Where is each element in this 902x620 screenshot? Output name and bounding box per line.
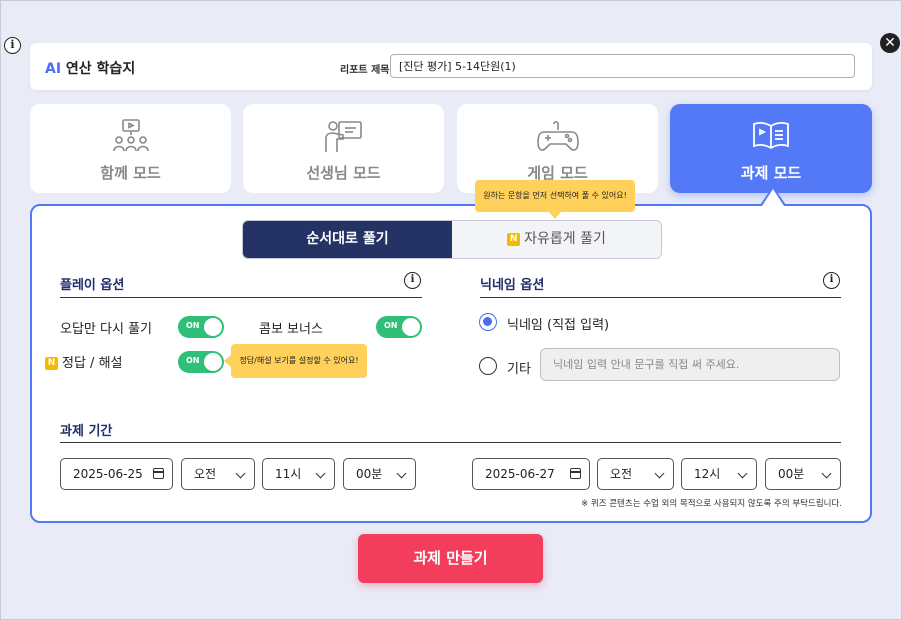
end-hour-select[interactable]: 12시 [681,458,757,490]
nickname-direct-radio[interactable] [479,313,497,331]
create-assignment-button[interactable]: 과제 만들기 [358,534,543,583]
nickname-other-radio[interactable] [479,357,497,375]
new-badge: N [507,232,521,246]
mode-label: 함께 모드 [100,164,161,182]
header-bar: AI 연산 학습지 리포트 제목 [30,43,872,90]
toggle-on-text: ON [186,356,200,365]
nickname-other-label: 기타 [507,362,531,377]
toggle-knob [204,353,222,371]
free-solve-label: 자유롭게 풀기 [524,231,606,247]
answer-tooltip: 정답/해설 보기를 설정할 수 있어요! [224,344,367,378]
end-date-field[interactable]: 2025-06-27 [472,458,590,490]
app-title-ai: AI [45,61,62,77]
radio-dot [483,317,492,326]
start-hour-select[interactable]: 11시 [262,458,335,490]
toggle-knob [204,318,222,336]
usage-notice: ※ 퀴즈 콘텐츠는 수업 외의 목적으로 사용되지 않도록 주의 부탁드립니다. [581,499,842,509]
calendar-icon [153,468,164,479]
start-ampm-value: 오전 [194,467,217,481]
end-date-value: 2025-06-27 [485,467,555,481]
chevron-down-icon [821,468,832,479]
info-icon[interactable]: i [823,272,840,289]
teacher-board-icon [324,121,362,152]
mode-label: 선생님 모드 [306,164,381,182]
start-date-value: 2025-06-25 [73,467,143,481]
chevron-down-icon [737,468,748,479]
divider [60,442,841,443]
end-minute-select[interactable]: 00분 [765,458,841,490]
answer-explanation-label: N 정답 / 해설 [45,352,123,371]
divider [60,297,422,298]
answer-explanation-toggle[interactable]: ON [178,351,224,373]
chevron-down-icon [396,468,407,479]
start-date-field[interactable]: 2025-06-25 [60,458,173,490]
mode-card-assignment[interactable]: 과제 모드 [670,104,872,193]
end-ampm-value: 오전 [610,467,633,481]
toggle-on-text: ON [384,321,398,330]
toggle-knob [402,318,420,336]
free-solve-tooltip: 원하는 문항을 먼저 선택하여 풀 수 있어요! [475,180,635,219]
calendar-icon [570,468,581,479]
start-minute-select[interactable]: 00분 [343,458,416,490]
solve-order-toggle: 순서대로 풀기 N 자유롭게 풀기 [242,220,662,259]
play-options-title: 플레이 옵션 [60,278,125,293]
wrong-only-label: 오답만 다시 풀기 [60,322,152,337]
combo-bonus-toggle[interactable]: ON [376,316,422,338]
info-icon[interactable]: i [404,272,421,289]
end-ampm-select[interactable]: 오전 [597,458,674,490]
new-badge: N [45,357,58,370]
app-title: AI 연산 학습지 [45,58,135,78]
nickname-options-title: 닉네임 옵션 [480,278,545,293]
divider [480,297,841,298]
mode-label: 과제 모드 [740,164,802,182]
open-book-icon [753,122,789,150]
assignment-period-title: 과제 기간 [60,424,113,439]
chevron-down-icon [654,468,665,479]
order-solve-tab[interactable]: 순서대로 풀기 [243,221,452,258]
end-minute-value: 00분 [778,467,805,481]
app-title-text: 연산 학습지 [61,61,136,77]
start-minute-value: 00분 [356,467,383,481]
report-title-input[interactable] [390,54,855,78]
end-hour-value: 12시 [694,467,721,481]
start-ampm-select[interactable]: 오전 [181,458,255,490]
nickname-direct-label: 닉네임 (직접 입력) [507,318,610,333]
start-hour-value: 11시 [275,467,302,481]
chevron-down-icon [235,468,246,479]
free-solve-tab[interactable]: N 자유롭게 풀기 [452,221,661,258]
combo-bonus-label: 콤보 보너스 [259,322,323,337]
gamepad-icon [536,120,579,151]
answer-explanation-text: 정답 / 해설 [62,356,123,371]
info-icon[interactable]: i [4,37,21,54]
report-title-label: 리포트 제목 [340,65,390,76]
wrong-only-toggle[interactable]: ON [178,316,224,338]
close-button[interactable]: ✕ [880,33,900,53]
mode-card-together[interactable]: 함께 모드 [30,104,231,193]
group-presentation-icon [112,119,149,152]
mode-card-teacher[interactable]: 선생님 모드 [243,104,444,193]
toggle-on-text: ON [186,321,200,330]
active-mode-pointer-inner [762,189,784,206]
nickname-guide-input[interactable] [540,348,840,381]
chevron-down-icon [315,468,326,479]
